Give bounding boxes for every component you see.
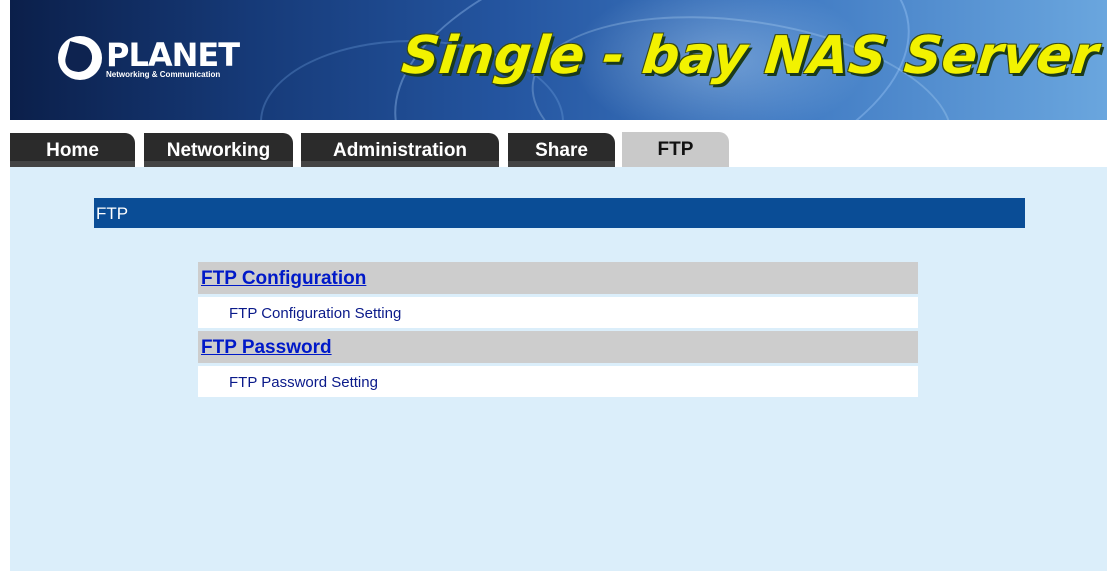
menu-heading: FTP Password — [198, 331, 918, 363]
header-banner: PLANET Networking & Communication Single… — [10, 0, 1107, 120]
product-title: Single - bay NAS Server — [398, 26, 1101, 86]
menu-item-description: FTP Configuration Setting — [198, 297, 918, 328]
tab-share[interactable]: Share — [508, 133, 615, 167]
tab-networking[interactable]: Networking — [144, 133, 293, 167]
logo-tagline: Networking & Communication — [106, 69, 221, 79]
tab-home[interactable]: Home — [10, 133, 135, 167]
main-tab-bar: Home Networking Administration Share FTP — [0, 132, 1107, 167]
ftp-password-link[interactable]: FTP Password — [201, 337, 332, 358]
menu-heading: FTP Configuration — [198, 262, 918, 294]
ftp-menu: FTP Configuration FTP Configuration Sett… — [198, 262, 918, 400]
content-panel: FTP FTP Configuration FTP Configuration … — [10, 167, 1107, 571]
planet-logo-icon — [58, 36, 102, 80]
menu-item-description: FTP Password Setting — [198, 366, 918, 397]
logo-text: PLANET — [106, 35, 240, 74]
section-title: FTP — [94, 198, 1025, 228]
tab-administration[interactable]: Administration — [301, 133, 499, 167]
ftp-configuration-link[interactable]: FTP Configuration — [201, 268, 366, 289]
planet-logo: PLANET Networking & Communication — [58, 28, 240, 88]
tab-ftp[interactable]: FTP — [622, 132, 729, 167]
